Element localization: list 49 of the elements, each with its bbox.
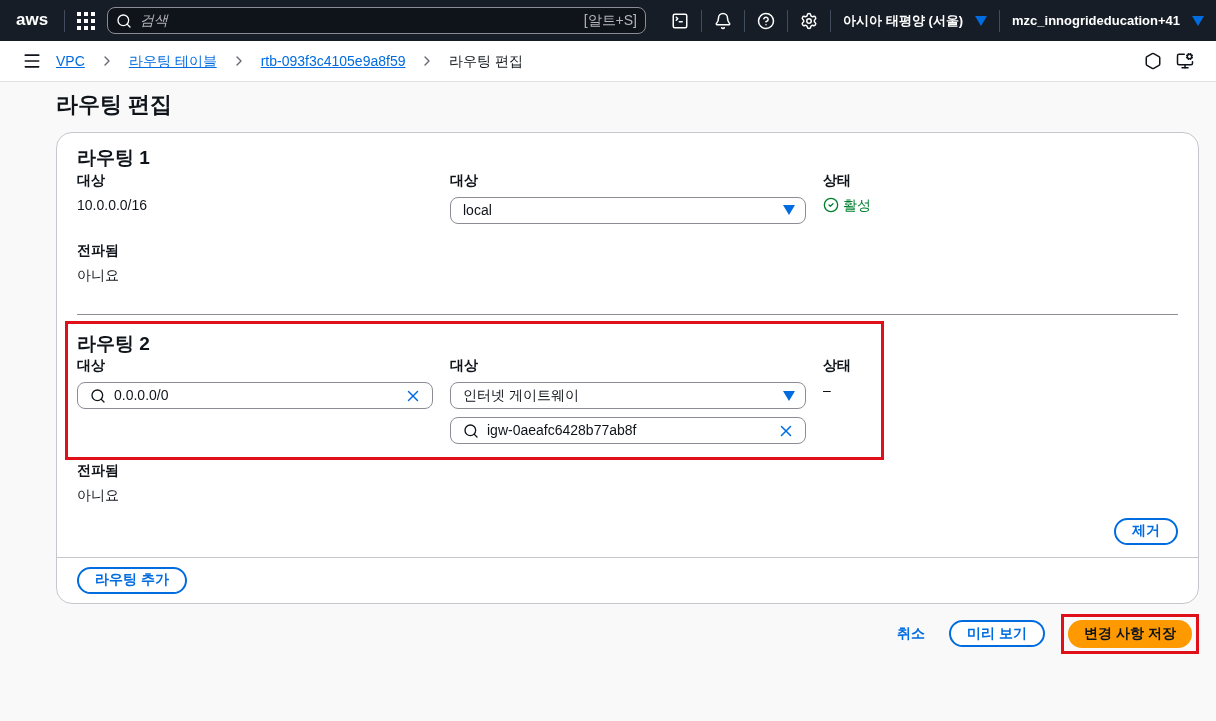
- page-title: 라우팅 편집: [56, 92, 174, 119]
- target-select[interactable]: local: [450, 197, 806, 224]
- preview-button[interactable]: 미리 보기: [949, 620, 1046, 648]
- route-title: 라우팅 1: [77, 147, 151, 171]
- add-route-button[interactable]: 라우팅 추가: [77, 566, 187, 594]
- search-field[interactable]: 검색 [알트+S]: [107, 7, 646, 34]
- terminal-icon[interactable]: [671, 11, 690, 30]
- field-label: 상태: [823, 172, 852, 189]
- aws-logo[interactable]: aws: [16, 10, 52, 31]
- status-value: –: [823, 382, 832, 399]
- field-label: 전파됨: [77, 462, 120, 479]
- caret-icon: [975, 15, 988, 26]
- target-search-field[interactable]: igw-0aeafc6428b77ab8f: [450, 417, 806, 445]
- help-icon[interactable]: [757, 11, 776, 30]
- propagated-value: 아니요: [77, 486, 120, 504]
- field-label: 전파됨: [77, 242, 120, 259]
- remove-button[interactable]: 제거: [1114, 517, 1178, 545]
- caret-icon: [1192, 15, 1204, 26]
- hexagon-icon[interactable]: [1144, 52, 1162, 70]
- breadcrumb-link[interactable]: rtb-093f3c4105e9a8f59: [260, 52, 406, 70]
- search-icon: [463, 422, 479, 439]
- field-label: 상태: [823, 357, 852, 375]
- route-title: 라우팅 2: [77, 332, 151, 356]
- field-label: 대상: [77, 357, 106, 375]
- breadcrumb-link[interactable]: 라우팅 편집: [449, 52, 524, 70]
- status-value: 활성: [823, 197, 1178, 214]
- search-icon: [90, 387, 106, 404]
- check-circle-icon: [823, 197, 839, 214]
- breadcrumb-link[interactable]: 라우팅 테이블: [128, 52, 217, 70]
- caret-icon: [783, 390, 795, 401]
- cancel-link[interactable]: 취소: [889, 624, 934, 643]
- field-label: 대상: [77, 172, 106, 189]
- account-menu[interactable]: mzc_innogrideducation+41: [1012, 12, 1180, 29]
- search-icon: [116, 12, 132, 29]
- field-label: 대상: [450, 172, 479, 189]
- save-button[interactable]: 변경 사항 저장: [1068, 619, 1192, 648]
- region-menu[interactable]: 아시아 태평양 (서울): [843, 12, 964, 29]
- breadcrumb-link[interactable]: VPC: [56, 52, 85, 70]
- bell-icon[interactable]: [714, 11, 733, 30]
- menu-icon[interactable]: [22, 51, 42, 71]
- settings-icon[interactable]: [800, 11, 819, 30]
- destination-value: 10.0.0.0/16: [77, 197, 149, 214]
- propagated-value: 아니요: [77, 266, 120, 284]
- field-label: 대상: [450, 357, 479, 375]
- grid-icon[interactable]: [77, 11, 95, 30]
- destination-field[interactable]: 0.0.0.0/0: [77, 382, 433, 410]
- caret-icon: [783, 205, 795, 216]
- monitor-icon[interactable]: [1176, 52, 1194, 70]
- target-select[interactable]: 인터넷 게이트웨이: [450, 382, 806, 410]
